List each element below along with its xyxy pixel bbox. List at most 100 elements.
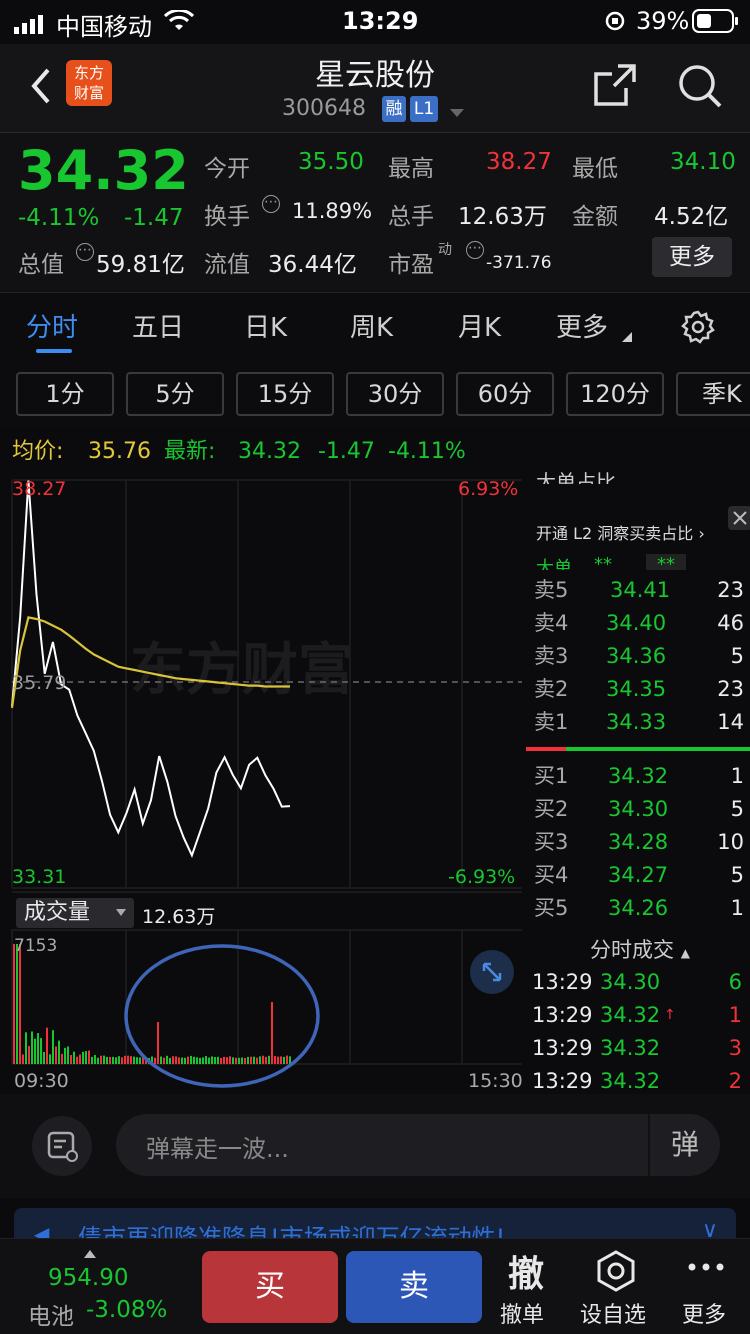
- settings-gear-icon[interactable]: [680, 309, 716, 349]
- volume-bar: [190, 1055, 192, 1064]
- buy-button[interactable]: 买: [202, 1251, 338, 1323]
- tab-intraday[interactable]: 分时: [26, 307, 78, 344]
- period-quarter[interactable]: 季K: [676, 372, 750, 416]
- pe-superscript: 动: [438, 242, 452, 258]
- buy-row-4[interactable]: 买4 34.27 5: [522, 859, 750, 892]
- chevron-down-icon: [116, 909, 126, 916]
- expand-icon[interactable]: [470, 950, 514, 994]
- active-tab-indicator: [36, 349, 72, 353]
- speaker-icon: ◀: [34, 1222, 50, 1238]
- index-name[interactable]: 电池: [28, 1297, 74, 1331]
- sell-row-4[interactable]: 卖4 34.40 46: [522, 607, 750, 640]
- volume-bar: [79, 1054, 81, 1064]
- margin-badge: 融: [382, 96, 406, 122]
- tab-monthly-k[interactable]: 月K: [458, 307, 501, 344]
- period-120min[interactable]: 120分: [566, 372, 664, 416]
- add-watchlist-label[interactable]: 设自选: [580, 1297, 646, 1329]
- close-icon[interactable]: [728, 506, 750, 530]
- index-value[interactable]: 954.90: [48, 1265, 128, 1291]
- volume-bar: [55, 1046, 57, 1064]
- news-text: 债市再迎降准降息!市场或迎万亿流动性!: [78, 1224, 506, 1238]
- buy-row-1[interactable]: 买1 34.32 1: [522, 760, 750, 793]
- volume-label: 总手: [388, 204, 434, 230]
- sell-button[interactable]: 卖: [346, 1251, 482, 1323]
- volume-bar: [97, 1057, 99, 1064]
- volume-bar: [25, 1032, 27, 1064]
- more-dots-icon[interactable]: [686, 1257, 726, 1281]
- volume-bar: [226, 1057, 228, 1064]
- index-change[interactable]: -3.08%: [86, 1297, 167, 1323]
- battery-percent: 39%: [636, 7, 690, 35]
- volume-bar: [22, 1054, 24, 1064]
- tab-weekly-k[interactable]: 周K: [350, 307, 393, 344]
- status-bar: 中国移动 13:29 39%: [0, 0, 750, 44]
- sell-row-1[interactable]: 卖1 34.33 14: [522, 706, 750, 739]
- time-end: 15:30: [468, 1070, 523, 1092]
- volume-bar: [274, 1056, 276, 1064]
- volume-bar: [262, 1055, 264, 1064]
- clock: 13:29: [342, 7, 419, 35]
- intraday-chart[interactable]: 东方财富 38.27 6.93% 35.79 33.31 -6.93% 成交量 …: [0, 474, 523, 1094]
- sell-row-5[interactable]: 卖5 34.41 23: [522, 574, 750, 607]
- volume-bar: [244, 1057, 246, 1064]
- danmu-toggle-icon[interactable]: [32, 1116, 92, 1176]
- masked-value: **: [646, 554, 686, 570]
- sell-row-2[interactable]: 卖2 34.35 23: [522, 673, 750, 706]
- cancel-order-icon[interactable]: 撤: [500, 1245, 552, 1297]
- tab-five-day[interactable]: 五日: [132, 307, 184, 344]
- tab-daily-k[interactable]: 日K: [244, 307, 287, 344]
- sell-row-3[interactable]: 卖3 34.36 5: [522, 640, 750, 673]
- masked-value: **: [594, 554, 612, 570]
- news-ticker[interactable]: ◀ 债市再迎降准降息!市场或迎万亿流动性! ∨: [0, 1198, 750, 1238]
- volume-bar: [91, 1056, 93, 1064]
- high-label: 最高: [388, 156, 434, 182]
- volume-bar: [265, 1056, 267, 1064]
- info-icon[interactable]: ⋯: [76, 243, 94, 261]
- chevron-down-icon: ∨: [701, 1218, 718, 1238]
- l2-prompt[interactable]: 开通 L2 洞察买卖占比 ›: [536, 520, 705, 544]
- buy-row-3[interactable]: 买3 34.28 10: [522, 826, 750, 859]
- volume-bar: [19, 944, 21, 1064]
- volume-bar: [154, 1057, 156, 1064]
- total-value-label: 总值: [18, 252, 64, 278]
- period-5min[interactable]: 5分: [126, 372, 224, 416]
- cancel-order-label[interactable]: 撤单: [500, 1297, 544, 1329]
- latest-label: 最新:: [164, 439, 216, 464]
- danmu-send-button[interactable]: 弹: [648, 1114, 720, 1176]
- period-60min[interactable]: 60分: [456, 372, 554, 416]
- quote-panel: 34.32 -4.11% -1.47 总值 ⋯ 59.81亿 今开 35.50 …: [0, 132, 750, 292]
- change-percent: -4.11%: [18, 205, 100, 231]
- info-icon[interactable]: ⋯: [466, 241, 484, 259]
- buy-row-5[interactable]: 买5 34.26 1: [522, 892, 750, 925]
- more-label[interactable]: 更多: [682, 1297, 726, 1329]
- volume-bar: [196, 1057, 198, 1064]
- volume-bar: [181, 1057, 183, 1064]
- tab-more[interactable]: 更多: [556, 307, 608, 344]
- pe-value: -371.76: [486, 253, 552, 273]
- volume-bar: [103, 1055, 105, 1064]
- more-button[interactable]: 更多: [652, 237, 732, 277]
- danmu-input[interactable]: 弹幕走一波... 弹: [116, 1114, 720, 1176]
- period-15min[interactable]: 15分: [236, 372, 334, 416]
- corner-triangle-icon: [622, 327, 632, 346]
- volume-bar: [238, 1057, 240, 1064]
- period-1min[interactable]: 1分: [16, 372, 114, 416]
- volume-bar: [175, 1056, 177, 1064]
- info-icon[interactable]: ⋯: [262, 195, 280, 213]
- volume-value: 12.63万: [458, 204, 547, 230]
- volume-bar: [199, 1057, 201, 1064]
- share-icon[interactable]: [592, 62, 638, 112]
- trades-header[interactable]: 分时成交 ▲: [590, 934, 690, 964]
- search-icon[interactable]: [676, 62, 724, 114]
- volume-bar: [127, 1055, 129, 1064]
- volume-bar: [124, 1055, 126, 1064]
- volume-indicator-select[interactable]: 成交量: [16, 898, 134, 928]
- watchlist-icon[interactable]: [594, 1249, 638, 1297]
- period-30min[interactable]: 30分: [346, 372, 444, 416]
- volume-bar: [271, 1002, 273, 1064]
- volume-bar: [43, 1052, 45, 1064]
- buy-row-2[interactable]: 买2 34.30 5: [522, 793, 750, 826]
- volume-bar: [94, 1055, 96, 1064]
- axis-bottom-price: 33.31: [12, 866, 67, 888]
- chevron-down-icon[interactable]: [450, 104, 464, 123]
